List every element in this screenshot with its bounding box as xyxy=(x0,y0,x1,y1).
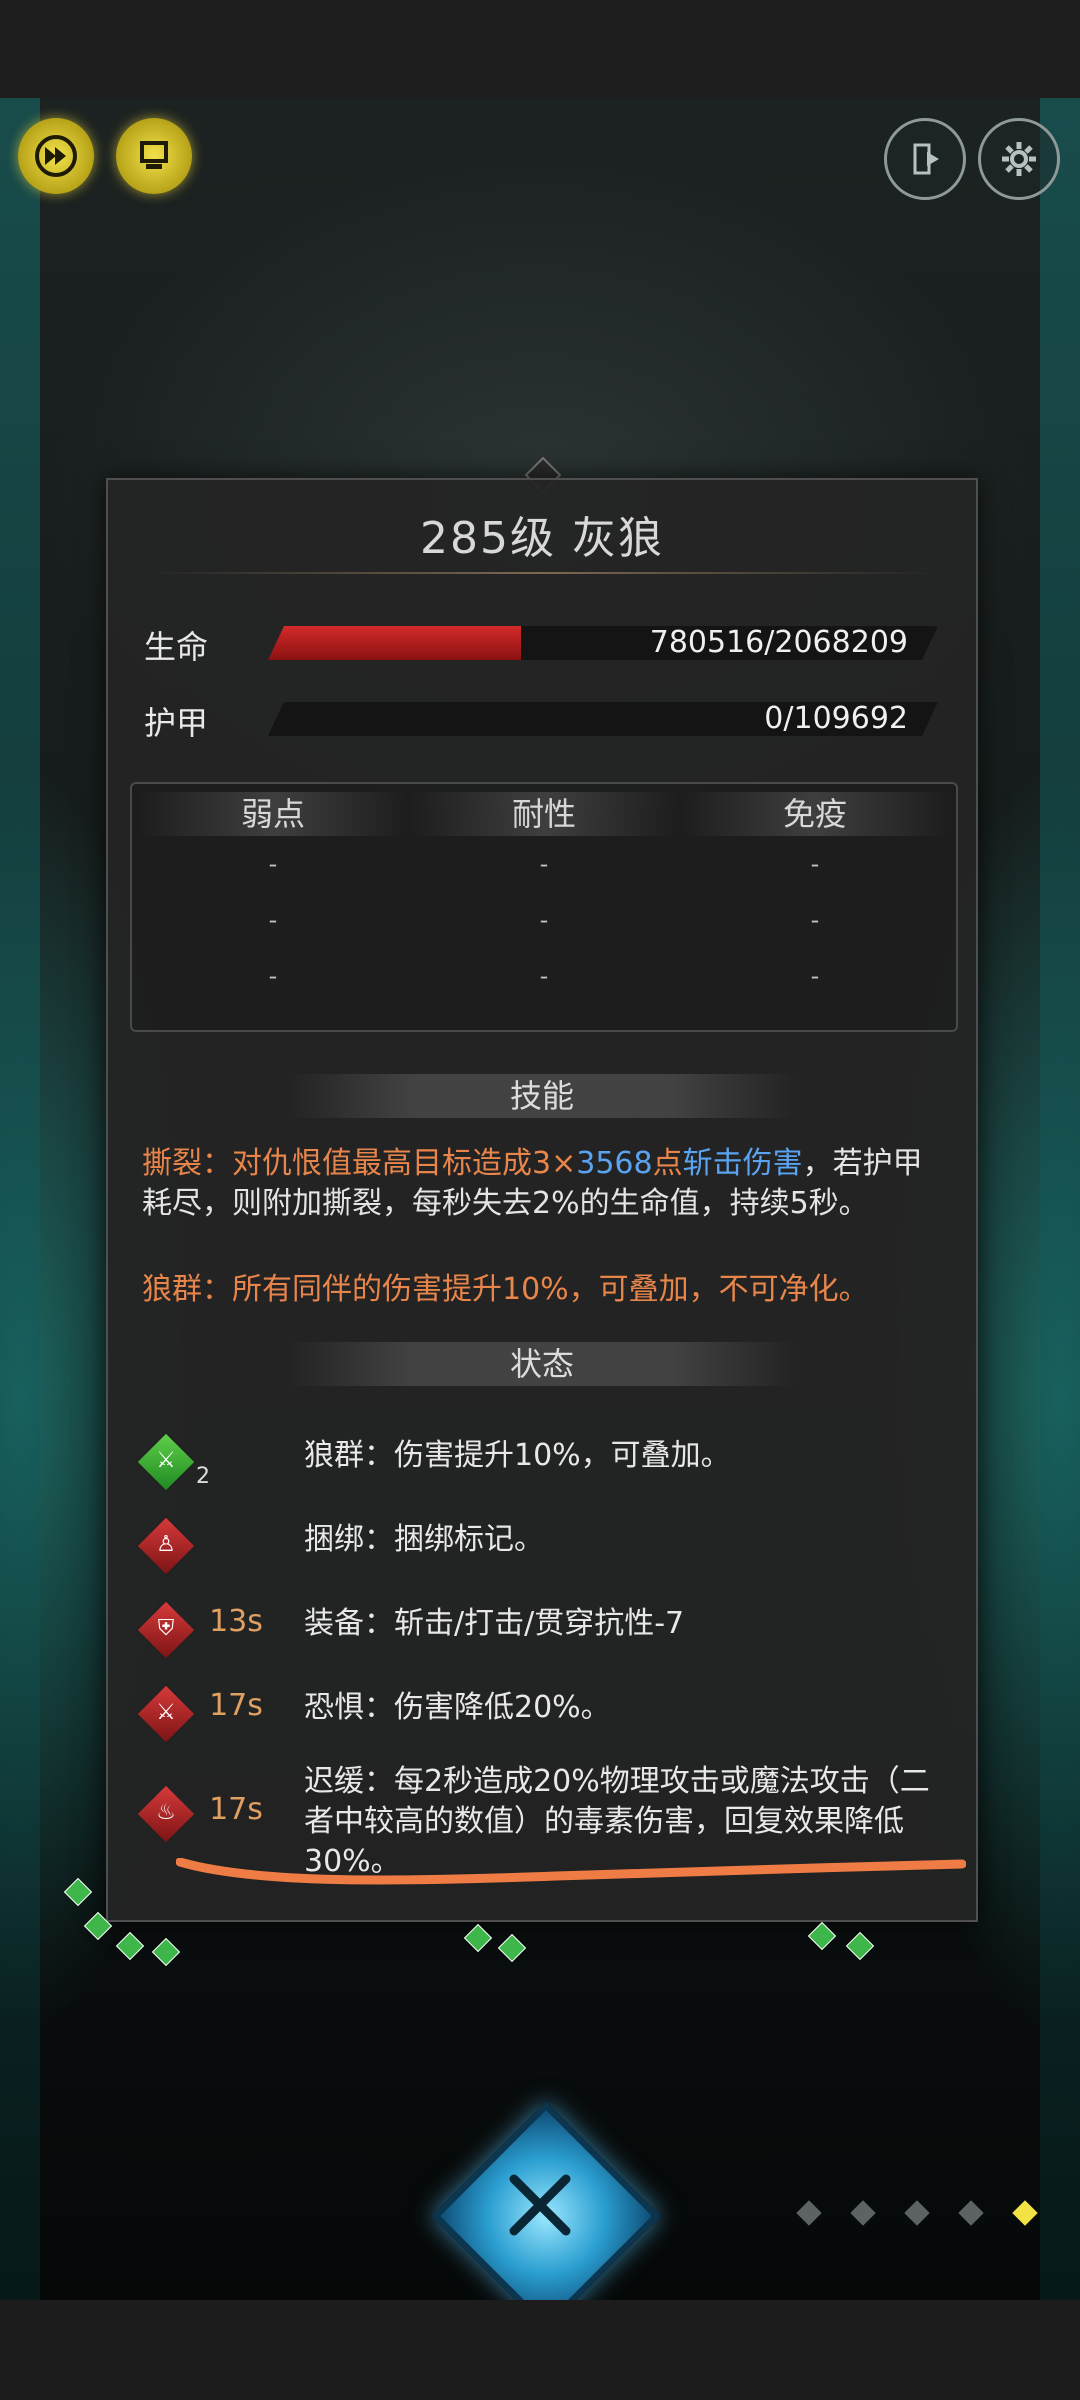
page-dot[interactable] xyxy=(850,2200,876,2226)
poison-drops-glyph: ♨ xyxy=(156,1799,176,1825)
immunity-cell: - xyxy=(810,962,820,990)
weakness-header: 弱点 xyxy=(138,792,408,836)
settings-button[interactable] xyxy=(978,118,1060,200)
shield-glyph: ⛨ xyxy=(157,1615,175,1641)
fast-forward-icon xyxy=(35,135,77,177)
sword-up-glyph: ⚔ xyxy=(156,1447,176,1473)
armor-value: 0/109692 xyxy=(764,701,908,736)
armor-label: 护甲 xyxy=(144,704,209,742)
weakness-cell: - xyxy=(268,850,278,878)
status-heading: 状态 xyxy=(288,1342,796,1386)
skills-heading: 技能 xyxy=(288,1074,796,1118)
skill-rend-point: 点 xyxy=(652,1146,683,1181)
status-text: 狼群：伤害提升10%，可叠加。 xyxy=(304,1438,731,1473)
status-text: 捆绑：捆绑标记。 xyxy=(304,1522,544,1557)
navigation-bar xyxy=(0,2300,1080,2400)
resistance-header: 耐性 xyxy=(409,792,679,836)
monitor-icon xyxy=(140,141,168,169)
sword-down-glyph: ⚔ xyxy=(156,1699,176,1725)
title-divider xyxy=(148,572,936,574)
resistance-cell: - xyxy=(539,850,549,878)
immunity-cell: - xyxy=(810,906,820,934)
resistance-table: 弱点 耐性 免疫 - - - - - - - - - xyxy=(130,782,958,1032)
page-indicator xyxy=(796,2200,1060,2230)
weakness-cell: - xyxy=(268,906,278,934)
immunity-header: 免疫 xyxy=(680,792,950,836)
exit-icon xyxy=(913,143,939,175)
auto-battle-button[interactable] xyxy=(116,118,192,194)
fast-forward-button[interactable] xyxy=(18,118,94,194)
resistance-cell: - xyxy=(539,962,549,990)
status-text: 装备：斩击/打击/贯穿抗性-7 xyxy=(304,1606,685,1641)
status-duration: 13s xyxy=(209,1604,263,1639)
right-glow xyxy=(1040,98,1080,2300)
armor-bar: 0/109692 xyxy=(268,702,938,736)
skill-pack: 狼群：所有同伴的伤害提升10%，可叠加，不可净化。 xyxy=(142,1272,869,1307)
skill-rend-damage-number: 3568 xyxy=(576,1146,653,1181)
status-text: 恐惧：伤害降低20%。 xyxy=(304,1690,611,1725)
immunity-cell: - xyxy=(810,850,820,878)
hp-bar: 780516/2068209 xyxy=(268,626,938,660)
status-stack-count: 2 xyxy=(196,1464,210,1489)
status-bar xyxy=(0,0,1080,98)
annotation-underline xyxy=(176,1858,966,1885)
enemy-info-panel: 285级 灰狼 生命 780516/2068209 护甲 0/109692 弱点… xyxy=(106,478,978,1922)
page-dot[interactable] xyxy=(796,2200,822,2226)
bind-glyph: ♙ xyxy=(156,1531,176,1557)
skill-rend-damage-type: 斩击伤害 xyxy=(682,1146,803,1181)
page-dot[interactable] xyxy=(904,2200,930,2226)
skill-rend: 撕裂：对仇恨值最高目标造成3×3568点斩击伤害，若护甲耗尽，则附加撕裂，每秒失… xyxy=(142,1144,942,1224)
hp-label: 生命 xyxy=(144,628,209,666)
status-duration: 17s xyxy=(209,1792,263,1827)
enemy-title: 285级 灰狼 xyxy=(420,513,664,564)
crossed-swords-icon xyxy=(509,2174,571,2236)
hp-value: 780516/2068209 xyxy=(649,625,908,660)
left-glow xyxy=(0,98,40,2300)
exit-button[interactable] xyxy=(884,118,966,200)
status-duration: 17s xyxy=(209,1688,263,1723)
weakness-cell: - xyxy=(268,962,278,990)
page-dot[interactable] xyxy=(958,2200,984,2226)
resistance-cell: - xyxy=(539,906,549,934)
skill-rend-name: 撕裂： xyxy=(142,1146,232,1181)
skill-rend-desc-start: 对仇恨值最高目标造成3× xyxy=(232,1146,577,1181)
hp-bar-fill xyxy=(268,626,521,660)
page-dot[interactable] xyxy=(1012,2200,1038,2226)
gear-icon xyxy=(1002,142,1036,176)
